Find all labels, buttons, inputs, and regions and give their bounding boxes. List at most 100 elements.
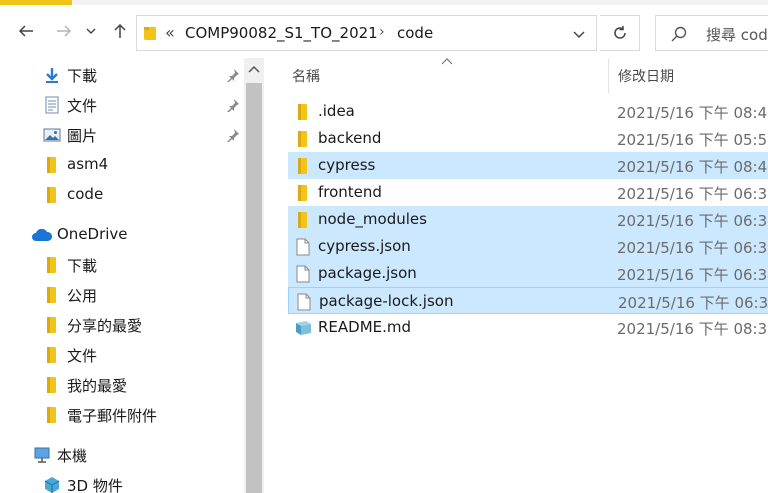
folder-icon bbox=[47, 317, 56, 333]
column-header-name[interactable]: 名稱 bbox=[292, 66, 320, 86]
sidebar-item-onedrive-downloads[interactable]: 下載 bbox=[0, 251, 244, 279]
sidebar-item-label: 我的最愛 bbox=[67, 377, 128, 395]
file-date: 2021/5/16 下午 06:32 bbox=[617, 212, 768, 230]
document-icon bbox=[45, 96, 59, 114]
sidebar-item-onedrive-email-attachments[interactable]: 電子郵件附件 bbox=[0, 401, 244, 429]
sidebar-item-label: 文件 bbox=[67, 347, 98, 365]
file-list: 名稱 修改日期 .idea 2021/5/16 下午 08:41 backend… bbox=[268, 55, 768, 493]
forward-button[interactable] bbox=[51, 18, 77, 44]
sidebar-item-label: 分享的最愛 bbox=[67, 317, 143, 335]
refresh-button[interactable] bbox=[600, 15, 640, 51]
file-date: 2021/5/16 下午 08:41 bbox=[617, 104, 768, 122]
sidebar-item-this-pc[interactable]: 本機 bbox=[0, 441, 244, 469]
sidebar-item-3d-objects[interactable]: 3D 物件 bbox=[0, 471, 244, 493]
file-name: node_modules bbox=[318, 210, 427, 228]
folder-icon bbox=[47, 157, 56, 173]
column-divider[interactable] bbox=[608, 59, 609, 93]
sidebar-item-onedrive-documents[interactable]: 文件 bbox=[0, 341, 244, 369]
file-name: cypress bbox=[318, 156, 376, 174]
sidebar-item-downloads[interactable]: 下載 bbox=[0, 61, 244, 89]
sidebar-item-label: asm4 bbox=[67, 155, 109, 173]
markdown-file-icon bbox=[296, 321, 311, 335]
file-date: 2021/5/16 下午 08:40 bbox=[617, 158, 768, 176]
sidebar-item-asm4[interactable]: asm4 bbox=[0, 151, 244, 179]
file-row[interactable]: backend 2021/5/16 下午 05:51 bbox=[288, 125, 768, 152]
folder-icon bbox=[144, 27, 156, 40]
sidebar-item-onedrive-shared-favorites[interactable]: 分享的最愛 bbox=[0, 311, 244, 339]
file-row[interactable]: frontend 2021/5/16 下午 06:38 bbox=[288, 179, 768, 206]
up-button[interactable] bbox=[107, 18, 133, 44]
sidebar-item-label: OneDrive bbox=[57, 225, 128, 243]
column-header-date-modified[interactable]: 修改日期 bbox=[618, 66, 674, 86]
address-bar[interactable]: « COMP90082_S1_TO_2021 › code bbox=[136, 15, 597, 51]
chevron-down-icon bbox=[86, 28, 96, 34]
cloud-icon bbox=[32, 228, 53, 241]
file-row[interactable]: node_modules 2021/5/16 下午 06:32 bbox=[288, 206, 768, 233]
picture-icon bbox=[43, 128, 61, 142]
sidebar-item-label: 本機 bbox=[57, 447, 88, 465]
file-name: .idea bbox=[318, 102, 355, 120]
folder-icon bbox=[47, 187, 56, 203]
sidebar-item-label: 下載 bbox=[67, 257, 98, 275]
file-row[interactable]: cypress.json 2021/5/16 下午 06:36 bbox=[288, 233, 768, 260]
sidebar-item-label: code bbox=[67, 185, 104, 203]
file-icon bbox=[296, 265, 310, 283]
computer-icon bbox=[34, 447, 50, 463]
file-date: 2021/5/16 下午 08:38 bbox=[617, 320, 768, 338]
file-date: 2021/5/16 下午 05:51 bbox=[617, 131, 768, 149]
arrow-right-icon bbox=[57, 25, 72, 37]
recent-locations-button[interactable] bbox=[82, 18, 100, 44]
refresh-icon bbox=[613, 26, 626, 39]
file-date: 2021/5/16 下午 06:32 bbox=[618, 294, 768, 312]
address-overflow-chevron[interactable]: « bbox=[165, 23, 175, 42]
file-name: package.json bbox=[318, 264, 417, 282]
download-icon bbox=[46, 68, 58, 83]
scrollbar-thumb[interactable] bbox=[246, 83, 262, 493]
sidebar-scrollbar[interactable] bbox=[244, 58, 264, 493]
pin-icon[interactable] bbox=[226, 98, 240, 112]
sidebar-item-label: 3D 物件 bbox=[67, 477, 123, 493]
folder-icon bbox=[47, 377, 56, 393]
folder-icon bbox=[298, 158, 307, 174]
sidebar-item-onedrive-public[interactable]: 公用 bbox=[0, 281, 244, 309]
back-button[interactable] bbox=[13, 18, 39, 44]
search-icon bbox=[671, 26, 687, 42]
file-row[interactable]: cypress 2021/5/16 下午 08:40 bbox=[288, 152, 768, 179]
sidebar-item-label: 電子郵件附件 bbox=[67, 407, 158, 425]
folder-icon bbox=[47, 347, 56, 363]
file-row[interactable]: .idea 2021/5/16 下午 08:41 bbox=[288, 98, 768, 125]
arrow-left-icon bbox=[18, 25, 33, 37]
address-dropdown-icon[interactable] bbox=[572, 27, 586, 41]
sidebar-item-onedrive[interactable]: OneDrive bbox=[0, 221, 244, 249]
folder-icon bbox=[298, 104, 307, 120]
breadcrumb-parent[interactable]: COMP90082_S1_TO_2021 bbox=[185, 24, 378, 42]
sidebar-item-onedrive-favorites[interactable]: 我的最愛 bbox=[0, 371, 244, 399]
navigation-bar: « COMP90082_S1_TO_2021 › code 搜尋 code bbox=[0, 5, 768, 55]
breadcrumb-current[interactable]: code bbox=[397, 24, 433, 42]
cube-icon bbox=[44, 477, 60, 493]
file-date: 2021/5/16 下午 06:38 bbox=[617, 185, 768, 203]
search-placeholder: 搜尋 code bbox=[706, 26, 768, 44]
sidebar-item-label: 下載 bbox=[67, 67, 98, 85]
file-name: README.md bbox=[318, 318, 412, 336]
file-row[interactable]: README.md 2021/5/16 下午 08:38 bbox=[288, 314, 768, 341]
sidebar-item-documents[interactable]: 文件 bbox=[0, 91, 244, 119]
sidebar-item-label: 圖片 bbox=[67, 127, 98, 145]
sidebar-item-code[interactable]: code bbox=[0, 181, 244, 209]
folder-icon bbox=[47, 407, 56, 423]
scroll-up-icon[interactable] bbox=[248, 64, 260, 74]
file-row[interactable]: package.json 2021/5/16 下午 06:34 bbox=[288, 260, 768, 287]
sidebar-item-pictures[interactable]: 圖片 bbox=[0, 121, 244, 149]
navigation-pane: 下載 文件 圖片 asm4 code OneDrive 下載 公用 分享的最愛 … bbox=[0, 58, 244, 493]
file-row-focused[interactable]: package-lock.json 2021/5/16 下午 06:32 bbox=[288, 287, 768, 314]
breadcrumb-separator[interactable]: › bbox=[379, 24, 385, 40]
search-box[interactable]: 搜尋 code bbox=[655, 15, 768, 51]
folder-icon bbox=[298, 131, 307, 147]
folder-icon bbox=[47, 287, 56, 303]
arrow-up-icon bbox=[114, 23, 126, 38]
pin-icon[interactable] bbox=[226, 68, 240, 82]
file-date: 2021/5/16 下午 06:36 bbox=[617, 239, 768, 257]
pin-icon[interactable] bbox=[226, 128, 240, 142]
folder-icon bbox=[298, 212, 307, 228]
file-name: package-lock.json bbox=[319, 292, 454, 310]
